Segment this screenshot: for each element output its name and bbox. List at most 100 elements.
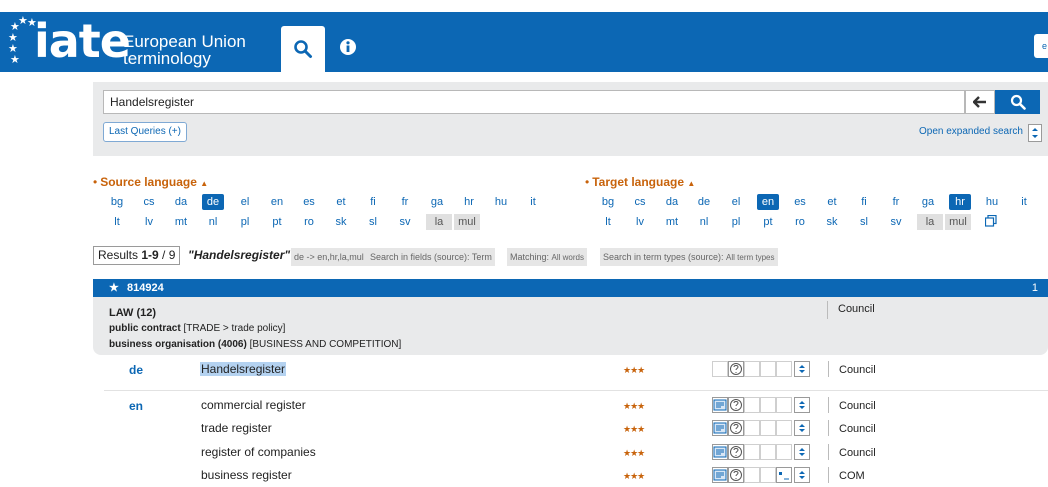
tab-search[interactable] [281, 26, 325, 72]
term-text[interactable]: Handelsregister [200, 362, 287, 376]
lang-la-button[interactable]: la [917, 214, 943, 230]
lang-pl-button[interactable]: pl [725, 214, 747, 230]
lang-pl-button[interactable]: pl [234, 214, 256, 230]
entry-header[interactable]: ★ 814924 1 [93, 279, 1048, 297]
lang-mt-button[interactable]: mt [170, 214, 192, 230]
lang-pt-button[interactable]: pt [266, 214, 288, 230]
lang-da-button[interactable]: da [170, 194, 192, 210]
star-icon[interactable]: ★ [109, 279, 119, 297]
term-text[interactable]: register of companies [201, 445, 316, 459]
lang-ro-button[interactable]: ro [298, 214, 320, 230]
lang-pt-button[interactable]: pt [757, 214, 779, 230]
up-down-arrows-icon[interactable] [794, 361, 810, 377]
back-button[interactable] [965, 90, 995, 114]
lang-nl-button[interactable]: nl [693, 214, 715, 230]
empty-slot [776, 444, 792, 460]
last-queries-button[interactable]: Last Queries (+) [103, 122, 187, 142]
lang-lt-button[interactable]: lt [106, 214, 128, 230]
definition-icon[interactable] [728, 397, 744, 413]
lang-et-button[interactable]: et [821, 194, 843, 210]
note-icon[interactable] [776, 467, 792, 483]
lang-en-button[interactable]: en [266, 194, 288, 210]
lang-lt-button[interactable]: lt [597, 214, 619, 230]
lang-el-button[interactable]: el [234, 194, 256, 210]
lang-ro-button[interactable]: ro [789, 214, 811, 230]
lang-sl-button[interactable]: sl [362, 214, 384, 230]
divider [827, 301, 828, 319]
context-icon[interactable] [712, 467, 728, 483]
open-expanded-search-link[interactable]: Open expanded search [919, 126, 1023, 137]
term-text[interactable]: trade register [201, 421, 272, 435]
lang-de-button[interactable]: de [693, 194, 715, 210]
lang-en-button[interactable]: en [757, 194, 779, 210]
lang-la-button[interactable]: la [426, 214, 452, 230]
lang-hu-button[interactable]: hu [981, 194, 1003, 210]
up-down-arrows-icon[interactable] [794, 420, 810, 436]
lang-nl-button[interactable]: nl [202, 214, 224, 230]
lang-hr-button[interactable]: hr [949, 194, 971, 210]
definition-icon[interactable] [728, 467, 744, 483]
lang-de-button[interactable]: de [202, 194, 224, 210]
expand-spinner[interactable] [1028, 124, 1042, 142]
lang-sk-button[interactable]: sk [330, 214, 352, 230]
definition-icon[interactable] [728, 361, 744, 377]
context-icon[interactable] [712, 397, 728, 413]
language-menu-button[interactable]: e [1034, 34, 1048, 58]
lang-hu-button[interactable]: hu [490, 194, 512, 210]
lang-ga-button[interactable]: ga [917, 194, 939, 210]
search-input[interactable] [103, 90, 965, 114]
context-icon[interactable] [712, 420, 728, 436]
lang-mul-button[interactable]: mul [454, 214, 480, 230]
lang-da-button[interactable]: da [661, 194, 683, 210]
lang-bg-button[interactable]: bg [106, 194, 128, 210]
entry-id: 814924 [127, 282, 164, 294]
up-down-arrows-icon[interactable] [794, 397, 810, 413]
lang-ga-button[interactable]: ga [426, 194, 448, 210]
definition-icon[interactable] [728, 420, 744, 436]
lang-fr-button[interactable]: fr [394, 194, 416, 210]
lang-cs-button[interactable]: cs [138, 194, 160, 210]
term-text[interactable]: business register [201, 468, 292, 482]
lang-it-button[interactable]: it [1013, 194, 1035, 210]
lang-el-button[interactable]: el [725, 194, 747, 210]
lang-lv-button[interactable]: lv [629, 214, 651, 230]
lang-es-button[interactable]: es [298, 194, 320, 210]
up-down-arrows-icon[interactable] [794, 467, 810, 483]
info-icon [340, 39, 356, 55]
lang-lv-button[interactable]: lv [138, 214, 160, 230]
tab-info[interactable] [333, 32, 363, 62]
definition-icon[interactable] [728, 444, 744, 460]
lang-fi-button[interactable]: fi [853, 194, 875, 210]
lang-sl-button[interactable]: sl [853, 214, 875, 230]
lang-sv-button[interactable]: sv [394, 214, 416, 230]
up-down-arrows-icon [1032, 128, 1038, 138]
term-markers [712, 361, 812, 377]
reliability-stars: ★★★ [623, 424, 645, 434]
lang-hr-button[interactable]: hr [458, 194, 480, 210]
search-icon [294, 40, 312, 58]
lang-mul-button[interactable]: mul [945, 214, 971, 230]
lang-et-button[interactable]: et [330, 194, 352, 210]
empty-slot [776, 420, 792, 436]
source-language-grid: bg cs da de el en es et fi fr ga hr hu it lt lv mt nl pl pt… [106, 194, 556, 230]
lang-mt-button[interactable]: mt [661, 214, 683, 230]
context-icon[interactable] [712, 444, 728, 460]
lang-fi-button[interactable]: fi [362, 194, 384, 210]
lang-es-button[interactable]: es [789, 194, 811, 210]
lang-sk-button[interactable]: sk [821, 214, 843, 230]
term-markers [712, 467, 812, 483]
term-text[interactable]: commercial register [201, 398, 306, 412]
chip-matching: Matching: All words [507, 248, 587, 266]
divider [828, 467, 829, 483]
lang-cs-button[interactable]: cs [629, 194, 651, 210]
empty-slot [776, 397, 792, 413]
source-language-toggle[interactable]: • Source language ▲ [93, 175, 208, 189]
lang-sv-button[interactable]: sv [885, 214, 907, 230]
lang-it-button[interactable]: it [522, 194, 544, 210]
lang-bg-button[interactable]: bg [597, 194, 619, 210]
target-language-toggle[interactable]: • Target language ▲ [585, 175, 695, 189]
lang-fr-button[interactable]: fr [885, 194, 907, 210]
search-button[interactable] [995, 90, 1040, 114]
copy-icon[interactable] [984, 214, 997, 227]
up-down-arrows-icon[interactable] [794, 444, 810, 460]
